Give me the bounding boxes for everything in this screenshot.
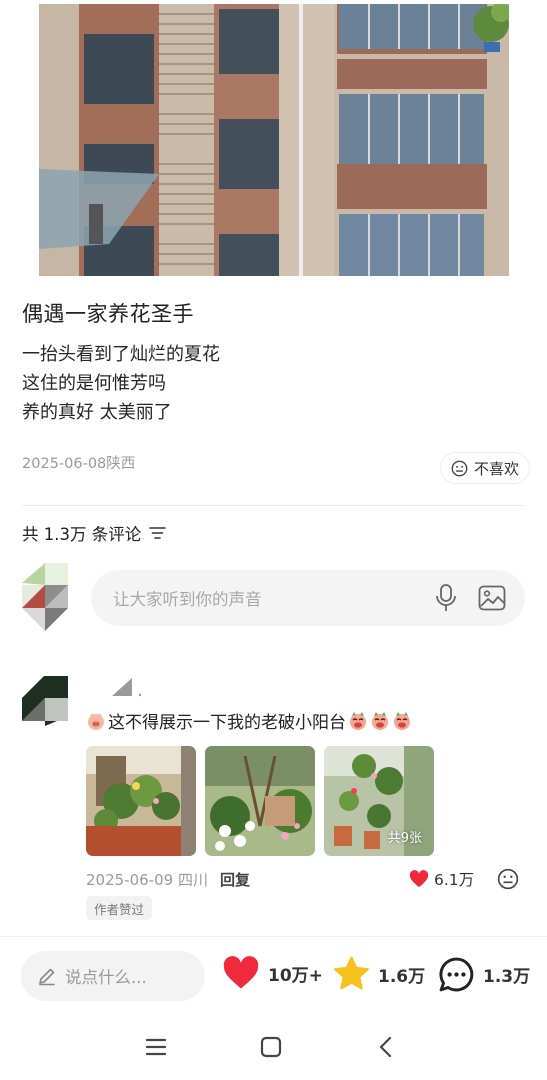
neutral-face-icon[interactable] xyxy=(497,868,519,890)
comment-bubble-icon[interactable] xyxy=(438,956,475,993)
comment-images: 共9张 xyxy=(86,746,434,856)
comment-count-sort[interactable]: 共 1.3万 条评论 xyxy=(22,521,167,545)
post-body-line: 这住的是何惟芳吗 xyxy=(22,373,166,394)
image-count-label: 共9张 xyxy=(387,831,422,846)
author-liked-badge: 作者赞过 xyxy=(86,896,153,920)
heart-icon[interactable] xyxy=(409,870,429,888)
comment-image-more[interactable]: 共9张 xyxy=(324,746,434,856)
pig-emoji-icon xyxy=(350,711,366,730)
comment-like-count: 6.1万 xyxy=(434,871,475,889)
commenter-avatar[interactable] xyxy=(22,676,68,726)
my-avatar[interactable] xyxy=(22,563,68,631)
post-body: 一抬头看到了灿烂的夏花 这住的是何惟芳吗 养的真好 太美丽了 xyxy=(22,340,220,427)
like-button[interactable]: 10万+ xyxy=(222,956,323,990)
comment-input[interactable]: 让大家听到你的声音 xyxy=(91,570,525,626)
back-icon[interactable] xyxy=(374,1034,400,1060)
star-icon[interactable] xyxy=(333,956,370,992)
commenter-name[interactable] xyxy=(110,676,144,698)
comment-text-row: 这不得展示一下我的老破小阳台 xyxy=(86,708,412,733)
comments-button[interactable]: 1.3万 xyxy=(438,956,530,993)
home-icon[interactable] xyxy=(258,1034,284,1060)
say-something-input[interactable]: 说点什么... xyxy=(21,951,205,1001)
comment-date-location: 2025-06-09 四川 xyxy=(86,871,208,889)
dislike-button[interactable]: 不喜欢 xyxy=(440,452,531,484)
post-body-line: 一抬头看到了灿烂的夏花 xyxy=(22,344,220,365)
pig-emoji-icon xyxy=(394,711,410,730)
filter-icon[interactable] xyxy=(149,526,167,540)
bottom-action-bar: 说点什么... 10万+ 1.6万 1.3万 xyxy=(0,936,547,1012)
pencil-icon xyxy=(39,968,55,986)
say-something-placeholder[interactable]: 说点什么... xyxy=(65,964,147,988)
comment-image[interactable] xyxy=(86,746,196,856)
comment-dislike-button[interactable] xyxy=(497,868,519,890)
mic-icon[interactable] xyxy=(431,583,461,613)
post-body-line: 养的真好 太美丽了 xyxy=(22,402,172,423)
post-date-location: 2025-06-08陕西 xyxy=(22,456,136,472)
system-navigation-bar xyxy=(0,1012,547,1080)
comment-like-button[interactable]: 6.1万 xyxy=(409,868,474,890)
comment-count: 1.3万 xyxy=(483,967,531,987)
pig-emoji-icon xyxy=(372,711,388,730)
image-icon[interactable] xyxy=(477,583,507,613)
comment-image[interactable] xyxy=(205,746,315,856)
menu-icon[interactable] xyxy=(143,1034,169,1060)
divider xyxy=(22,505,525,506)
comment-meta: 2025-06-09 四川 回复 xyxy=(86,869,250,890)
comment-input-placeholder[interactable]: 让大家听到你的声音 xyxy=(113,586,415,610)
neutral-face-icon xyxy=(451,460,468,476)
heart-icon[interactable] xyxy=(222,956,260,990)
comment-text: 这不得展示一下我的老破小阳台 xyxy=(108,713,346,733)
dislike-label: 不喜欢 xyxy=(474,459,520,478)
favorite-button[interactable]: 1.6万 xyxy=(333,956,425,992)
pig-emoji-icon xyxy=(88,712,104,730)
like-count: 10万+ xyxy=(268,965,323,986)
favorite-count: 1.6万 xyxy=(378,966,426,987)
comment-count-label: 共 1.3万 条评论 xyxy=(22,525,142,544)
post-title: 偶遇一家养花圣手 xyxy=(22,302,194,326)
reply-button[interactable]: 回复 xyxy=(220,869,250,890)
post-photo[interactable] xyxy=(39,4,509,276)
